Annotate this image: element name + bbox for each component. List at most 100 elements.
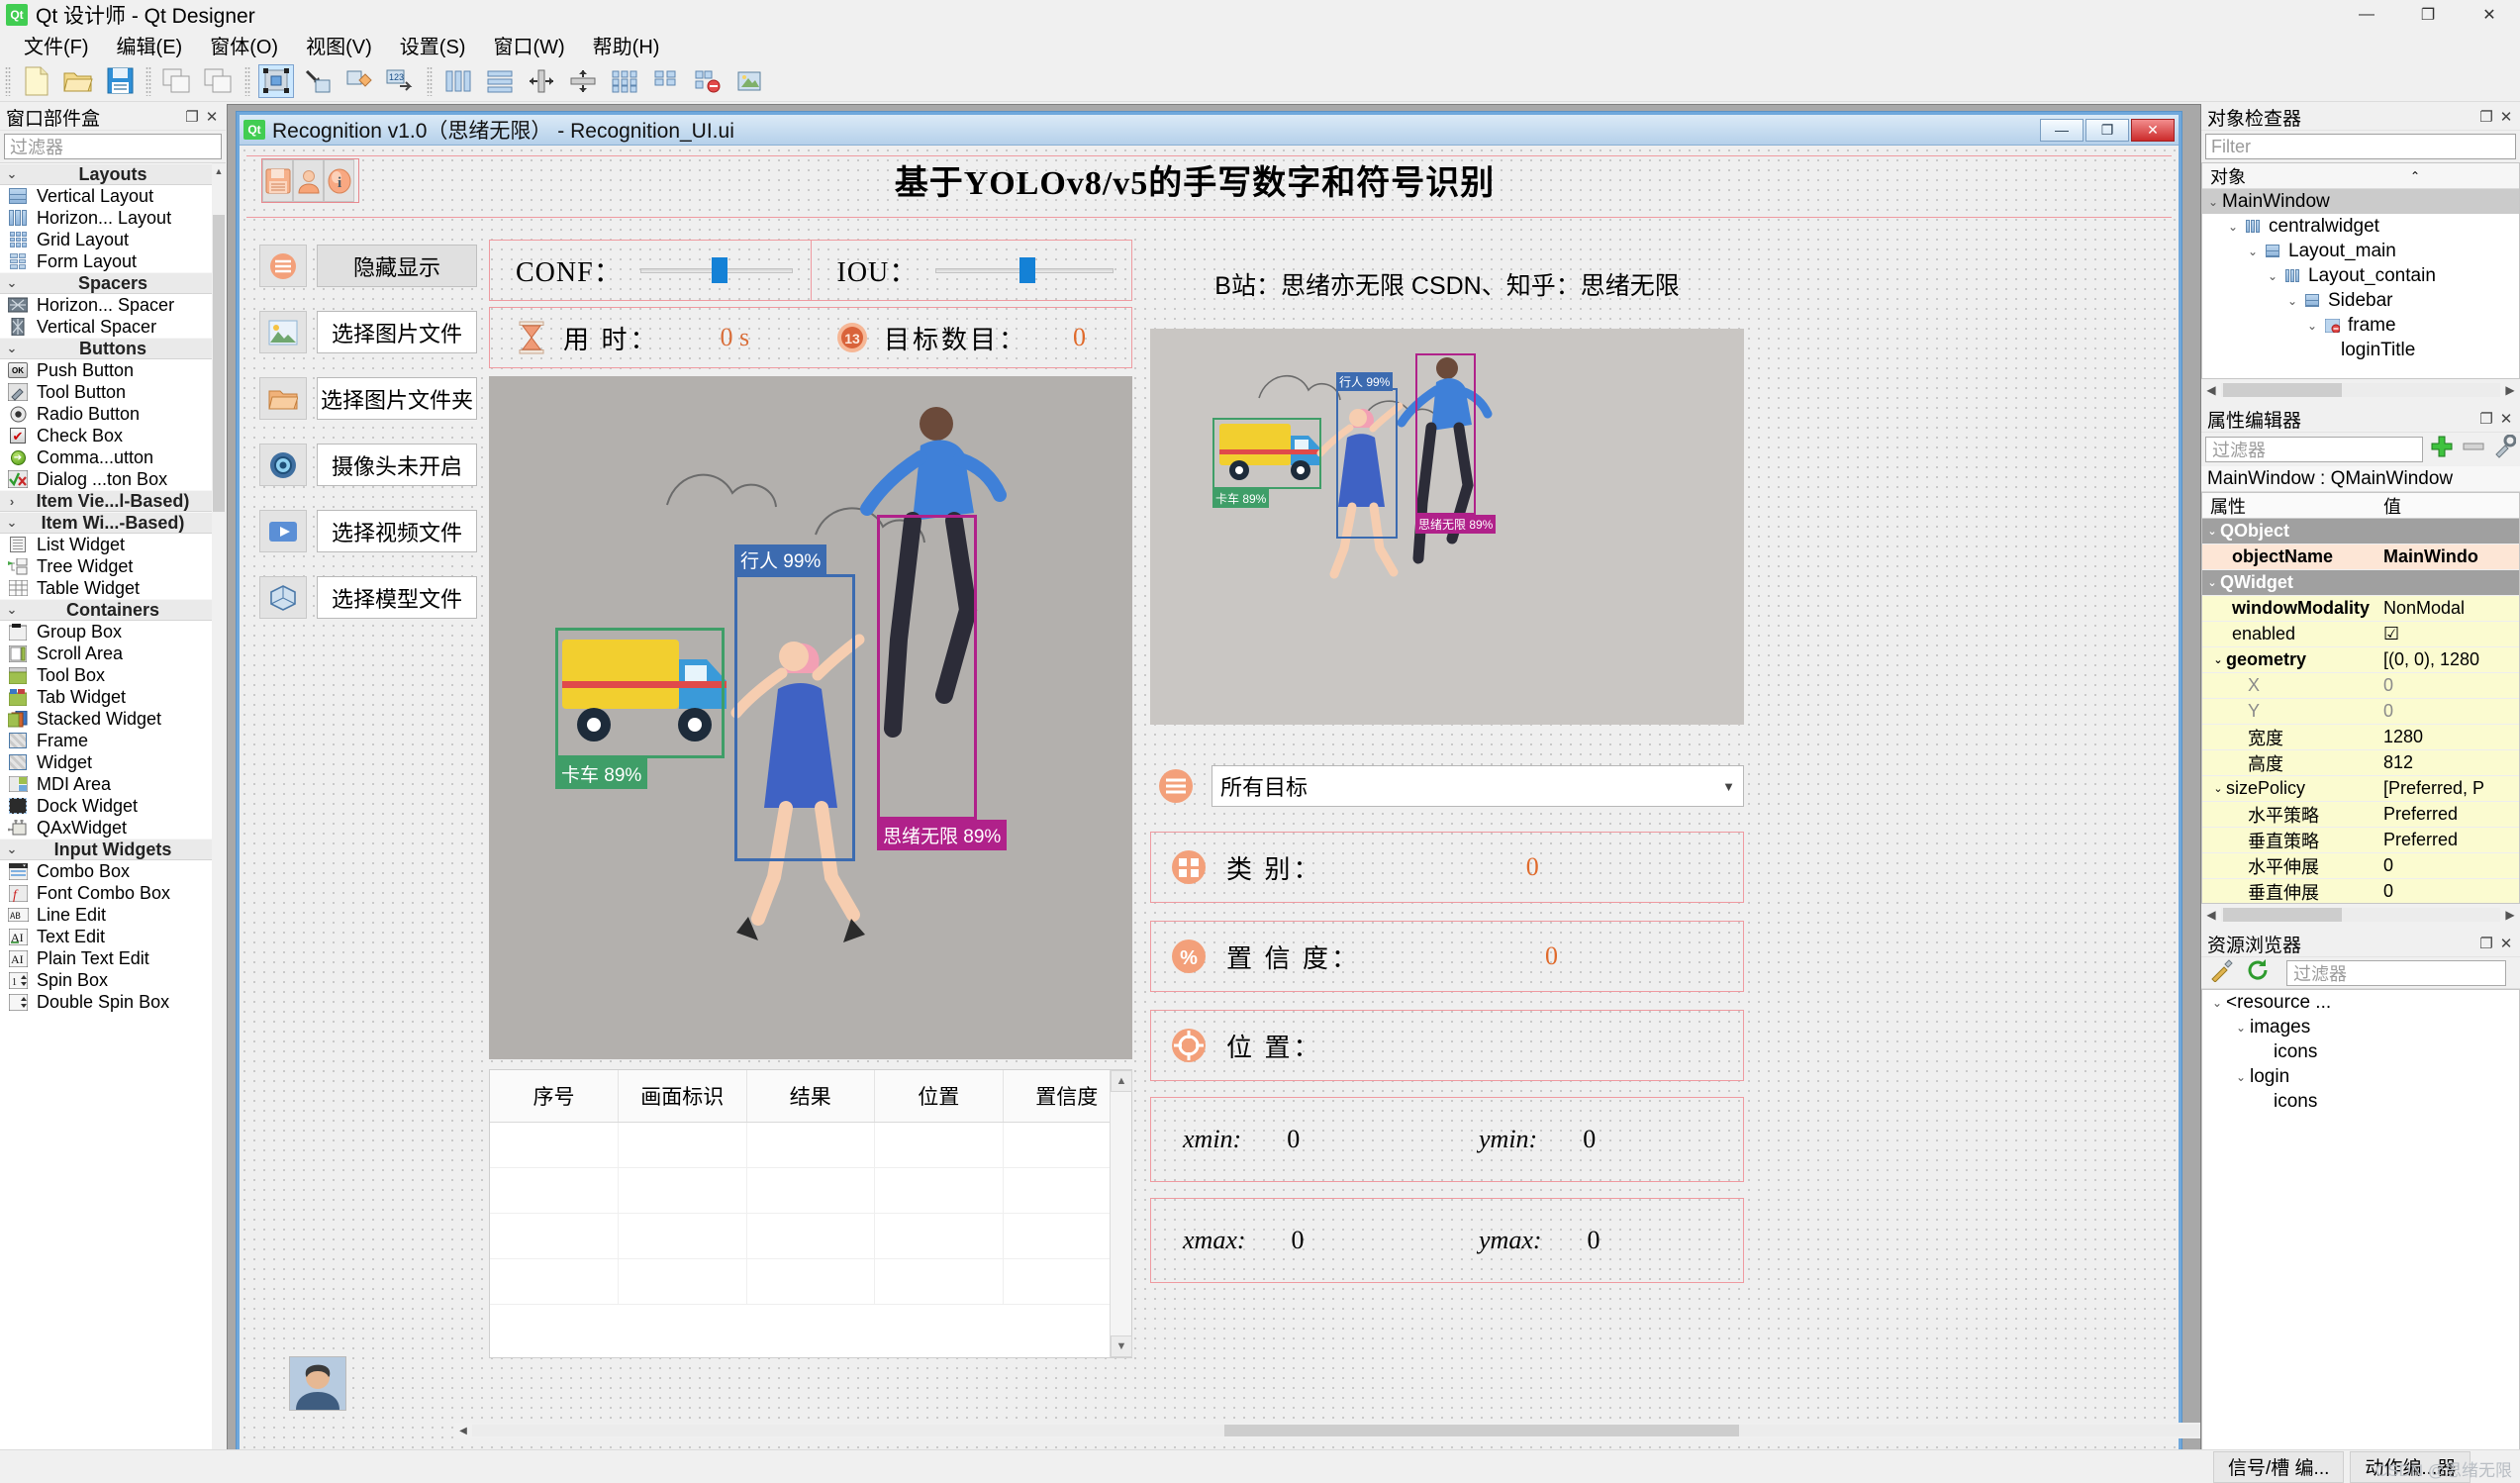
- chevron-down-icon[interactable]: ⌄: [2224, 220, 2242, 234]
- tree-node-frame[interactable]: ⌄ frame: [2202, 313, 2519, 338]
- select-video-file-button[interactable]: 选择视频文件: [317, 510, 477, 552]
- chevron-down-icon[interactable]: ⌄: [2283, 294, 2301, 308]
- layout-form-icon[interactable]: [648, 64, 684, 98]
- property-filter-input[interactable]: 过滤器: [2205, 437, 2423, 462]
- table-row[interactable]: [490, 1213, 1131, 1259]
- layout-grid-icon[interactable]: [607, 64, 642, 98]
- widget-item-check-box[interactable]: ✔ Check Box: [0, 425, 226, 446]
- widget-item-table-widget[interactable]: Table Widget: [0, 577, 226, 599]
- widget-item-vertical-spacer[interactable]: Vertical Spacer: [0, 316, 226, 338]
- sidebar-row-model[interactable]: 选择模型文件: [259, 576, 477, 619]
- scrollbar-track[interactable]: [2221, 908, 2500, 922]
- open-form-icon[interactable]: [60, 64, 96, 98]
- property-group-qobject[interactable]: ⌄ QObject: [2202, 519, 2519, 544]
- resource-node-login-icons[interactable]: icons: [2202, 1089, 2519, 1114]
- remove-property-icon[interactable]: [2461, 435, 2486, 464]
- chevron-down-icon[interactable]: ⌄: [2210, 782, 2226, 795]
- layout-splitter-h-icon[interactable]: [524, 64, 559, 98]
- sidebar-row-image[interactable]: 选择图片文件: [259, 311, 477, 353]
- property-value[interactable]: MainWindo: [2375, 544, 2519, 569]
- menu-edit[interactable]: 编辑(E): [103, 28, 197, 62]
- widget-item-dialog-button-box[interactable]: Dialog ...ton Box: [0, 468, 226, 490]
- layout-splitter-v-icon[interactable]: [565, 64, 601, 98]
- select-image-folder-button[interactable]: 选择图片文件夹: [317, 377, 477, 420]
- form-close-button[interactable]: ✕: [2131, 118, 2175, 142]
- property-row-sizepolicy[interactable]: ⌄ sizePolicy [Preferred, P: [2202, 776, 2519, 802]
- edit-buddies-icon[interactable]: [341, 64, 377, 98]
- property-value[interactable]: 0: [2375, 673, 2519, 698]
- scroll-up-icon[interactable]: ▲: [212, 163, 226, 179]
- sidebar-row-folder[interactable]: 选择图片文件夹: [259, 377, 477, 420]
- minimize-button[interactable]: —: [2336, 0, 2397, 30]
- widget-box-list[interactable]: ⌄ Layouts Vertical Layout Horizon... Lay…: [0, 162, 226, 1475]
- form-toolbar-group[interactable]: i: [261, 158, 359, 203]
- select-image-file-button[interactable]: 选择图片文件: [317, 311, 477, 353]
- toggle-display-button[interactable]: 隐藏显示: [317, 245, 477, 287]
- tree-node-layout-main[interactable]: ⌄ Layout_main: [2202, 239, 2519, 263]
- object-inspector-filter-input[interactable]: Filter: [2205, 134, 2516, 159]
- property-value[interactable]: [(0, 0), 1280: [2375, 647, 2519, 672]
- widget-item-scroll-area[interactable]: Scroll Area: [0, 643, 226, 664]
- widget-item-horizontal-layout[interactable]: Horizon... Layout: [0, 207, 226, 229]
- property-value[interactable]: NonModal: [2375, 596, 2519, 621]
- property-value[interactable]: 0: [2375, 853, 2519, 878]
- widget-category-spacers[interactable]: ⌄ Spacers: [0, 272, 226, 294]
- configure-icon[interactable]: [2492, 434, 2517, 464]
- object-inspector-hscroll[interactable]: ◀ ▶: [2201, 379, 2520, 401]
- user-avatar[interactable]: [289, 1356, 346, 1411]
- scrollbar-thumb[interactable]: [1224, 1425, 1739, 1436]
- float-icon[interactable]: ❐: [2476, 935, 2496, 952]
- widget-item-tree-widget[interactable]: Tree Widget: [0, 555, 226, 577]
- property-row-width[interactable]: 宽度 1280: [2202, 725, 2519, 750]
- property-row-vstretch[interactable]: 垂直伸展 0: [2202, 879, 2519, 903]
- widget-item-tab-widget[interactable]: Tab Widget: [0, 686, 226, 708]
- widget-item-command-link-button[interactable]: ➔ Comma...utton: [0, 446, 226, 468]
- scroll-left-icon[interactable]: ◀: [2201, 383, 2221, 397]
- widget-item-line-edit[interactable]: AB Line Edit: [0, 904, 226, 926]
- widget-box-filter-input[interactable]: 过滤器: [4, 134, 222, 159]
- break-layout-icon[interactable]: [690, 64, 726, 98]
- tab-signal-slot-editor[interactable]: 信号/槽 编...: [2213, 1450, 2345, 1483]
- scroll-left-icon[interactable]: ◀: [454, 1426, 472, 1436]
- scrollbar-thumb[interactable]: [2223, 383, 2342, 397]
- float-icon[interactable]: ❐: [2476, 108, 2496, 126]
- folder-icon[interactable]: [259, 377, 307, 420]
- widget-item-tool-button[interactable]: Tool Button: [0, 381, 226, 403]
- user-icon[interactable]: [293, 159, 324, 202]
- mdi-horizontal-scrollbar[interactable]: ◀ ▶: [454, 1423, 2200, 1438]
- resource-node-images[interactable]: ⌄ images: [2202, 1015, 2519, 1039]
- property-value[interactable]: 0: [2375, 879, 2519, 903]
- property-value[interactable]: [Preferred, P: [2375, 776, 2519, 801]
- menu-help[interactable]: 帮助(H): [579, 28, 674, 62]
- undo-icon[interactable]: [159, 64, 195, 98]
- edit-signals-slots-icon[interactable]: [300, 64, 336, 98]
- camera-icon[interactable]: [259, 444, 307, 486]
- widget-item-list-widget[interactable]: List Widget: [0, 534, 226, 555]
- widget-item-text-edit[interactable]: AI Text Edit: [0, 926, 226, 947]
- tree-node-mainwindow[interactable]: ⌄ MainWindow: [2202, 189, 2519, 214]
- object-inspector-tree[interactable]: 对象 ⌃ ⌄ MainWindow ⌄ centralwidget ⌄ Layo…: [2201, 162, 2520, 379]
- widget-item-form-layout[interactable]: Form Layout: [0, 250, 226, 272]
- menu-window[interactable]: 窗口(W): [479, 28, 578, 62]
- tree-column-header[interactable]: 对象 ⌃: [2202, 163, 2519, 189]
- save-result-icon[interactable]: [262, 159, 293, 202]
- scroll-right-icon[interactable]: ▶: [2500, 908, 2520, 922]
- property-value[interactable]: Preferred: [2375, 828, 2519, 852]
- close-icon[interactable]: ✕: [2496, 410, 2516, 428]
- redo-icon[interactable]: [201, 64, 237, 98]
- property-row-geometry[interactable]: ⌄ geometry [(0, 0), 1280: [2202, 647, 2519, 673]
- scroll-left-icon[interactable]: ◀: [2201, 908, 2221, 922]
- widget-category-item-widgets[interactable]: ⌄ Item Wi...-Based): [0, 512, 226, 534]
- sidebar-row-video[interactable]: 选择视频文件: [259, 510, 477, 552]
- edit-tab-order-icon[interactable]: 123: [383, 64, 419, 98]
- chevron-down-icon[interactable]: ⌄: [2264, 269, 2281, 283]
- menu-file[interactable]: 文件(F): [10, 28, 103, 62]
- table-row[interactable]: [490, 1167, 1131, 1214]
- tree-node-logintitle[interactable]: loginTitle: [2202, 338, 2519, 362]
- widget-item-tool-box[interactable]: Tool Box: [0, 664, 226, 686]
- enabled-checkbox[interactable]: ☑: [2375, 622, 2519, 646]
- property-row-windowmodality[interactable]: windowModality NonModal: [2202, 596, 2519, 622]
- slider-handle[interactable]: [711, 257, 727, 283]
- close-button[interactable]: ✕: [2459, 0, 2520, 30]
- iou-slider[interactable]: [935, 257, 1114, 283]
